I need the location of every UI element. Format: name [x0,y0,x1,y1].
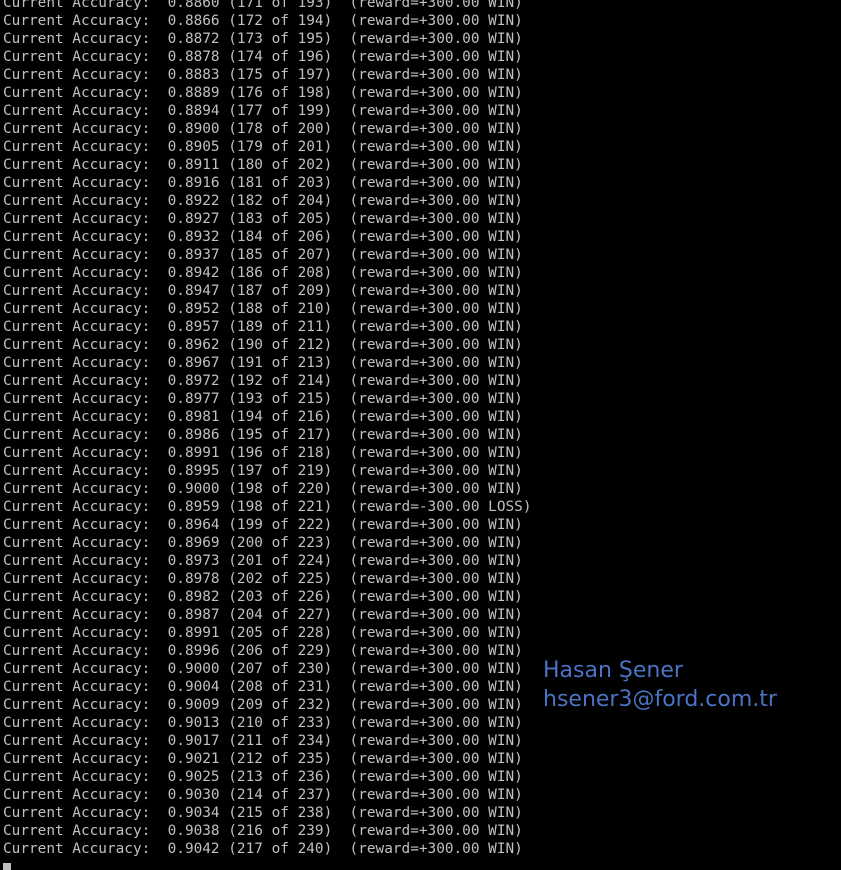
terminal-line: Current Accuracy: 0.8967 (191 of 213) (r… [3,355,523,371]
terminal-line: Current Accuracy: 0.9017 (211 of 234) (r… [3,733,523,749]
terminal-line: Current Accuracy: 0.8911 (180 of 202) (r… [3,157,523,173]
terminal-line: Current Accuracy: 0.8952 (188 of 210) (r… [3,301,523,317]
terminal-line: Current Accuracy: 0.8964 (199 of 222) (r… [3,517,523,533]
watermark-name: Hasan Şener [543,658,683,683]
terminal-line: Current Accuracy: 0.9021 (212 of 235) (r… [3,751,523,767]
terminal-line: Current Accuracy: 0.8973 (201 of 224) (r… [3,553,523,569]
terminal-line: Current Accuracy: 0.8962 (190 of 212) (r… [3,337,523,353]
terminal-output: Current Accuracy: 0.8860 (171 of 193) (r… [3,0,532,858]
terminal-line: Current Accuracy: 0.8996 (206 of 229) (r… [3,643,523,659]
terminal-line: Current Accuracy: 0.8860 (171 of 193) (r… [3,0,523,11]
terminal-line: Current Accuracy: 0.8986 (195 of 217) (r… [3,427,523,443]
terminal-line: Current Accuracy: 0.9030 (214 of 237) (r… [3,787,523,803]
terminal-line: Current Accuracy: 0.9000 (198 of 220) (r… [3,481,523,497]
watermark-email: hsener3@ford.com.tr [543,687,777,712]
terminal-line: Current Accuracy: 0.9009 (209 of 232) (r… [3,697,523,713]
terminal-line: Current Accuracy: 0.8872 (173 of 195) (r… [3,31,523,47]
terminal-line: Current Accuracy: 0.8982 (203 of 226) (r… [3,589,523,605]
terminal-line: Current Accuracy: 0.9013 (210 of 233) (r… [3,715,523,731]
terminal-line: Current Accuracy: 0.9025 (213 of 236) (r… [3,769,523,785]
terminal-line: Current Accuracy: 0.8959 (198 of 221) (r… [3,499,532,515]
terminal-line: Current Accuracy: 0.8995 (197 of 219) (r… [3,463,523,479]
terminal-line: Current Accuracy: 0.9042 (217 of 240) (r… [3,841,523,857]
terminal-line: Current Accuracy: 0.8905 (179 of 201) (r… [3,139,523,155]
author-watermark: Hasan Şener hsener3@ford.com.tr [543,656,777,714]
terminal-line: Current Accuracy: 0.8937 (185 of 207) (r… [3,247,523,263]
terminal-line: Current Accuracy: 0.8991 (205 of 228) (r… [3,625,523,641]
terminal-line: Current Accuracy: 0.8900 (178 of 200) (r… [3,121,523,137]
terminal-line: Current Accuracy: 0.8894 (177 of 199) (r… [3,103,523,119]
terminal-line: Current Accuracy: 0.8932 (184 of 206) (r… [3,229,523,245]
terminal-line: Current Accuracy: 0.8972 (192 of 214) (r… [3,373,523,389]
terminal-line: Current Accuracy: 0.8927 (183 of 205) (r… [3,211,523,227]
terminal-line: Current Accuracy: 0.8981 (194 of 216) (r… [3,409,523,425]
terminal-line: Current Accuracy: 0.8883 (175 of 197) (r… [3,67,523,83]
terminal-line: Current Accuracy: 0.8878 (174 of 196) (r… [3,49,523,65]
terminal-line: Current Accuracy: 0.8987 (204 of 227) (r… [3,607,523,623]
terminal-line: Current Accuracy: 0.8991 (196 of 218) (r… [3,445,523,461]
terminal-line: Current Accuracy: 0.8969 (200 of 223) (r… [3,535,523,551]
terminal-line: Current Accuracy: 0.8977 (193 of 215) (r… [3,391,523,407]
terminal-line: Current Accuracy: 0.9000 (207 of 230) (r… [3,661,523,677]
terminal-line: Current Accuracy: 0.8942 (186 of 208) (r… [3,265,523,281]
terminal-line: Current Accuracy: 0.8957 (189 of 211) (r… [3,319,523,335]
terminal-line: Current Accuracy: 0.8978 (202 of 225) (r… [3,571,523,587]
terminal-line: Current Accuracy: 0.8916 (181 of 203) (r… [3,175,523,191]
terminal-line: Current Accuracy: 0.8947 (187 of 209) (r… [3,283,523,299]
terminal-line: Current Accuracy: 0.9034 (215 of 238) (r… [3,805,523,821]
terminal-line: Current Accuracy: 0.8866 (172 of 194) (r… [3,13,523,29]
terminal-line: Current Accuracy: 0.8922 (182 of 204) (r… [3,193,523,209]
terminal-line: Current Accuracy: 0.8889 (176 of 198) (r… [3,85,523,101]
terminal-line: Current Accuracy: 0.9004 (208 of 231) (r… [3,679,523,695]
terminal-line: Current Accuracy: 0.9038 (216 of 239) (r… [3,823,523,839]
terminal-cursor [3,863,11,870]
